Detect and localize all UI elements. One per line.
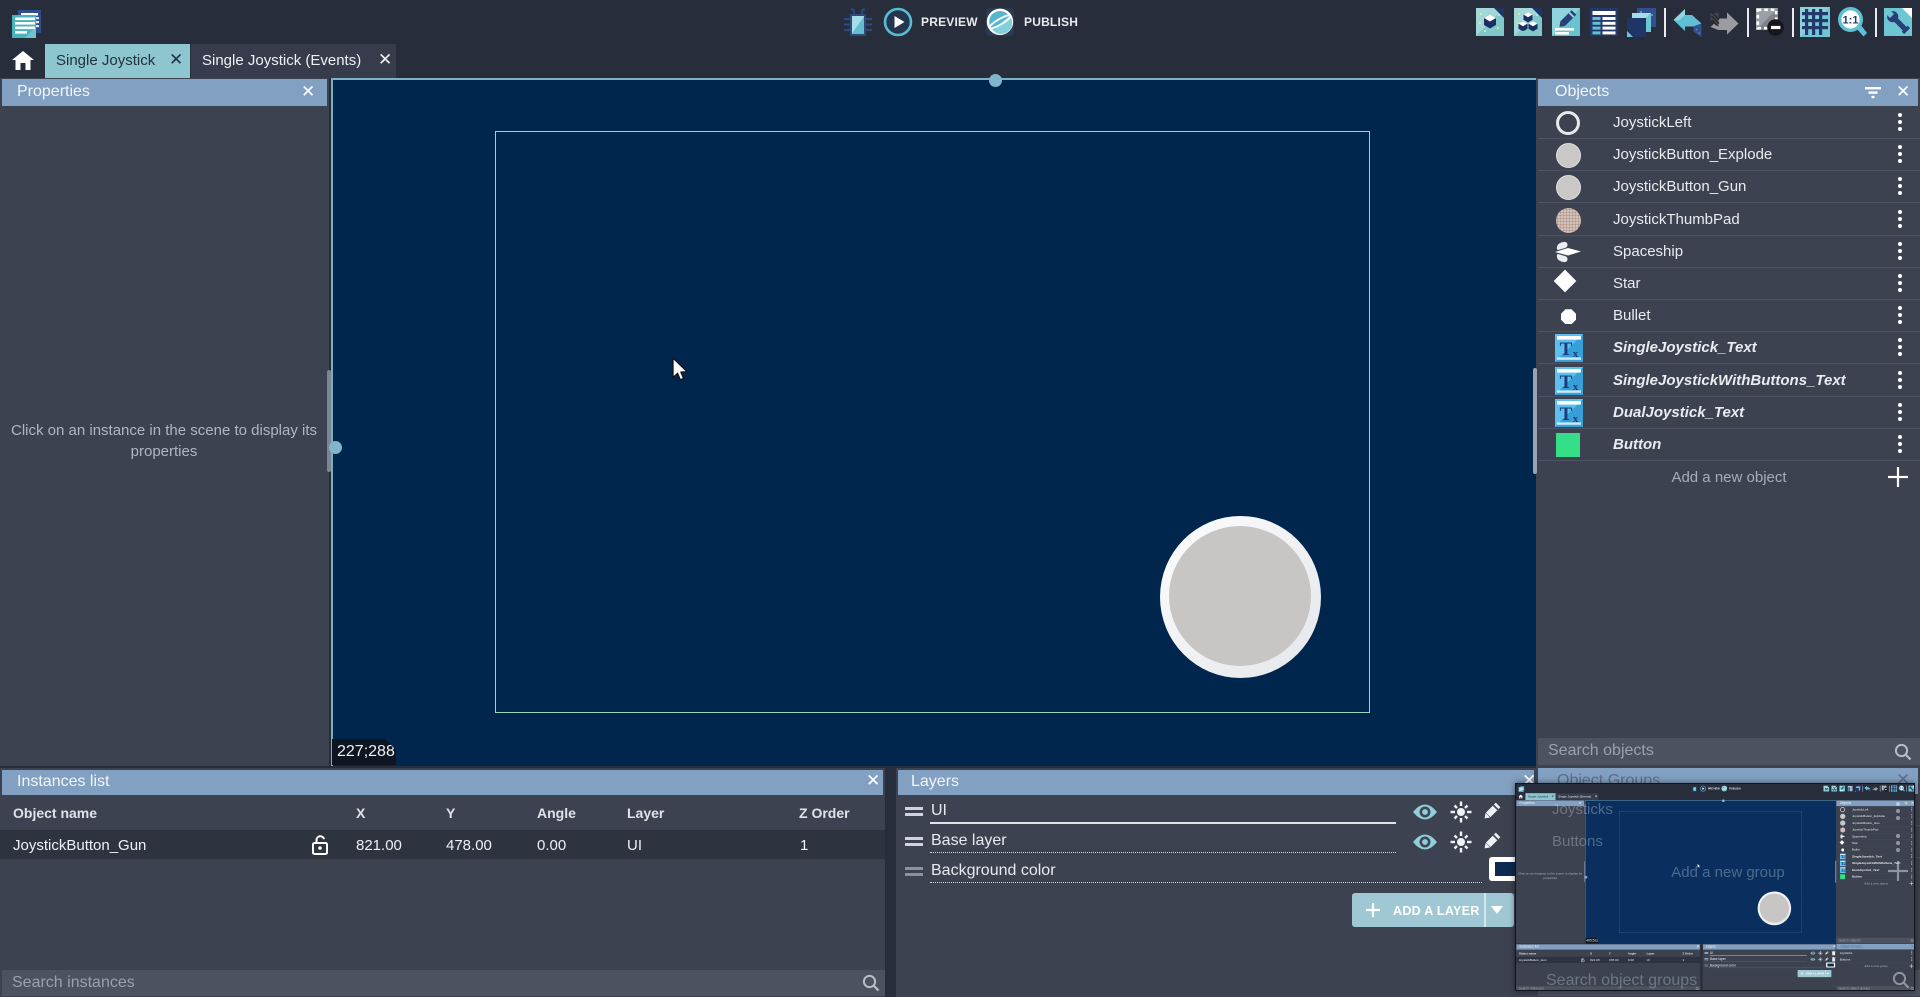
svg-text:x: x [1573, 348, 1579, 360]
svg-text:1:1: 1:1 [1843, 15, 1859, 27]
svg-text:T: T [1560, 339, 1573, 360]
svg-text:T: T [1560, 404, 1573, 425]
svg-text:T: T [1560, 372, 1573, 393]
svg-text:x: x [1573, 381, 1579, 393]
svg-text:x: x [1573, 413, 1579, 425]
